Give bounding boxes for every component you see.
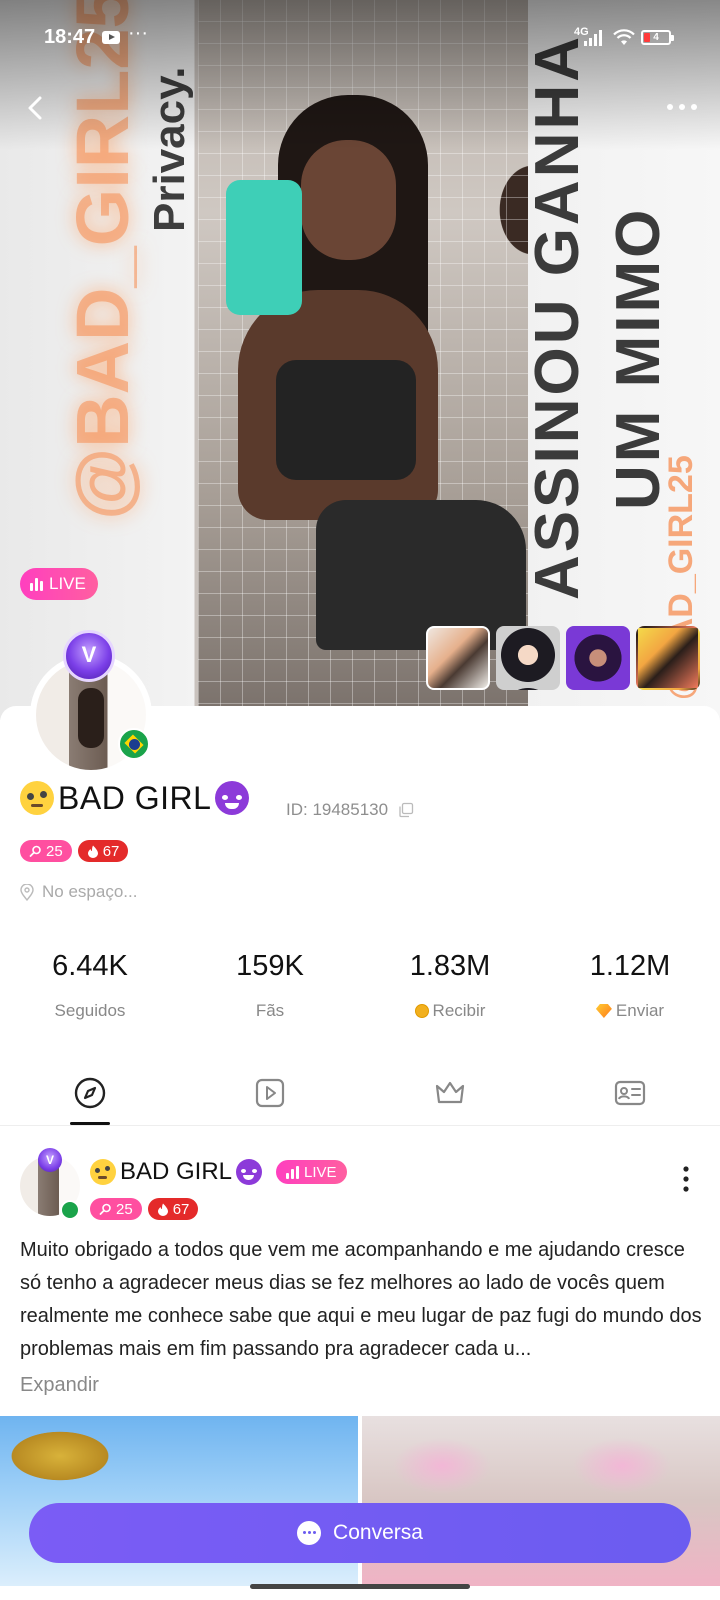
profile-name-row: BAD GIRL [20, 778, 250, 818]
face-emoji-icon [90, 1159, 116, 1185]
expand-link[interactable]: Expandir [20, 1374, 99, 1397]
profile-name: BAD GIRL [58, 779, 212, 816]
crown-icon [435, 1081, 465, 1104]
signal-icon [584, 30, 606, 46]
live-badge[interactable]: LIVE [20, 568, 98, 600]
level-icon [99, 1203, 111, 1215]
status-time: 18:47 [44, 26, 96, 48]
vip-badge-icon: V [63, 630, 115, 682]
diamond-icon [595, 1004, 612, 1018]
location-text: No espaço... [42, 882, 138, 901]
live-bars-icon [30, 577, 43, 591]
profile-cover[interactable]: @BAD_GIRL25 Privacy. ASSINOU GANHA UM MI… [0, 0, 720, 720]
live-bars-icon [286, 1165, 300, 1179]
user-id: ID: 19485130 [286, 800, 389, 819]
stat-label: Recibir [432, 1001, 486, 1020]
fire-badge: 67 [147, 1198, 199, 1220]
tab-moments[interactable] [0, 1076, 180, 1125]
fire-badge: 67 [77, 840, 129, 862]
chat-button[interactable]: Conversa [29, 1503, 691, 1563]
cover-thumbnail[interactable] [426, 626, 490, 690]
stat-label: Seguidos [54, 1001, 126, 1020]
devil-emoji-icon [215, 781, 250, 815]
compass-icon [74, 1077, 106, 1109]
active-tab-indicator [70, 1122, 110, 1125]
profile-tabs [0, 1076, 720, 1126]
post-avatar[interactable]: V [20, 1148, 82, 1220]
stat-fans[interactable]: 159K Fãs [180, 950, 360, 1021]
level-badge: 25 [20, 840, 72, 862]
youtube-icon [102, 31, 120, 44]
profile-badges: 25 67 [20, 840, 129, 862]
cover-thumbnail[interactable] [496, 626, 560, 690]
cover-thumbnail[interactable] [566, 626, 630, 690]
vip-badge-icon: V [38, 1148, 62, 1172]
cover-thumbnails [426, 626, 700, 690]
stat-value: 1.83M [409, 950, 491, 982]
profile-avatar[interactable]: V [30, 630, 155, 776]
cover-thumbnail[interactable] [636, 626, 700, 690]
post-badges: 25 67 [90, 1198, 199, 1220]
live-label: LIVE [304, 1163, 337, 1181]
fire-value: 67 [102, 842, 120, 860]
devil-emoji-icon [236, 1159, 263, 1185]
stat-sent[interactable]: 1.12M Enviar [540, 950, 720, 1021]
location-pin-icon [20, 883, 34, 901]
stat-following[interactable]: 6.44K Seguidos [0, 950, 180, 1021]
home-indicator[interactable] [250, 1584, 470, 1589]
video-play-icon [255, 1078, 285, 1108]
stat-label: Enviar [615, 1001, 665, 1020]
tab-videos[interactable] [180, 1076, 360, 1125]
status-bar: 18:47 ··· 4G 4 [0, 0, 720, 70]
flame-icon [87, 845, 98, 858]
location-row: No espaço... [20, 882, 137, 902]
more-options-button[interactable] [662, 92, 702, 122]
live-label: LIVE [49, 574, 86, 593]
brazil-flag-icon [60, 1200, 80, 1220]
back-button[interactable] [18, 88, 58, 128]
tab-profile-card[interactable] [540, 1076, 720, 1125]
stat-label: Fãs [255, 1001, 285, 1020]
battery-icon: 4 [641, 30, 674, 45]
post-author-name[interactable]: BAD GIRL [120, 1158, 232, 1186]
post-menu-button[interactable] [676, 1164, 696, 1194]
post-text: Muito obrigado a todos que vem me acompa… [20, 1239, 702, 1360]
coin-icon [414, 1004, 429, 1018]
level-badge: 25 [90, 1198, 142, 1220]
stat-received[interactable]: 1.83M Recibir [360, 950, 540, 1021]
chat-button-label: Conversa [333, 1521, 423, 1544]
stat-value: 6.44K [52, 950, 128, 982]
wifi-icon [613, 29, 635, 45]
face-emoji-icon [20, 781, 54, 815]
stats-row: 6.44K Seguidos 159K Fãs 1.83M Recibir 1.… [0, 950, 720, 1021]
tab-crown[interactable] [360, 1076, 540, 1125]
post-live-badge[interactable]: LIVE [276, 1160, 347, 1184]
chat-bubble-icon [297, 1521, 322, 1545]
flame-icon [157, 1203, 168, 1216]
level-icon [29, 845, 41, 857]
battery-level: 4 [653, 32, 659, 43]
copy-icon[interactable] [398, 802, 414, 818]
level-value: 25 [116, 1200, 133, 1218]
status-more: ··· [128, 22, 148, 44]
fire-value: 67 [172, 1200, 190, 1218]
stat-value: 159K [236, 950, 304, 982]
id-card-icon [614, 1080, 646, 1106]
stat-value: 1.12M [589, 950, 671, 982]
level-value: 25 [46, 842, 63, 860]
brazil-flag-icon [118, 728, 150, 760]
post-author-row: BAD GIRL LIVE [90, 1158, 347, 1186]
